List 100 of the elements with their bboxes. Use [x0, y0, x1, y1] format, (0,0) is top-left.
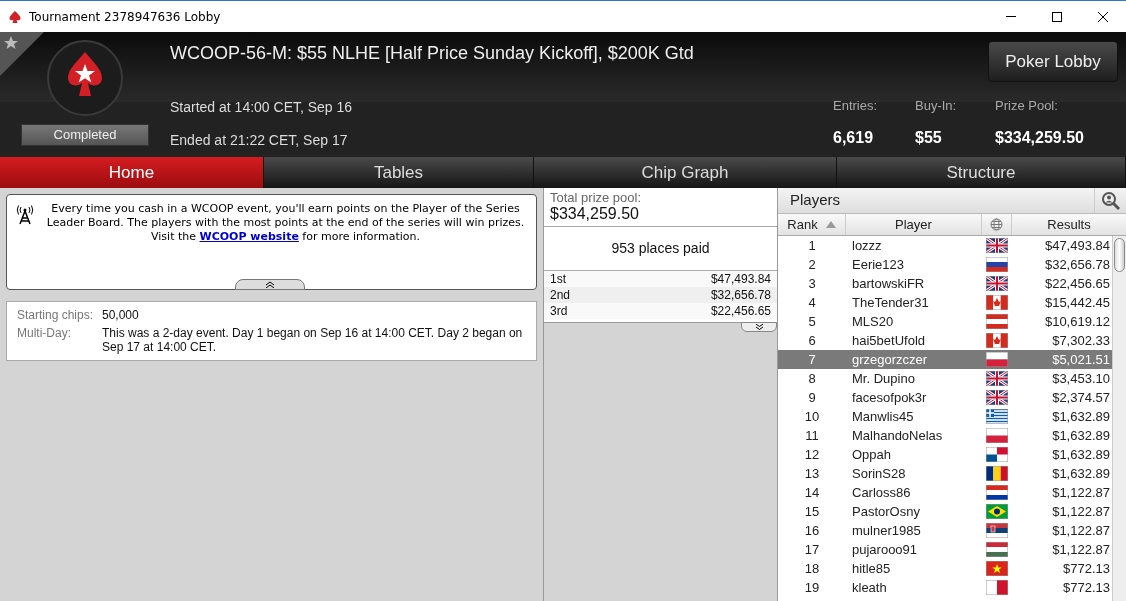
rank-cell-text: 1: [807, 236, 817, 255]
player-row[interactable]: 15 PastorOsny $1,122.87: [778, 502, 1112, 521]
player-row[interactable]: 9 facesofpok3r $2,374.57: [778, 388, 1112, 407]
result-cell-text: $772.13: [1062, 559, 1111, 578]
player-name-cell-text: kleath: [851, 578, 888, 597]
player-name-cell-text: PastorOsny: [851, 502, 921, 521]
tournament-title: WCOOP-56-M: $55 NLHE [Half Price Sunday Kickoff], $200K Gtd: [170, 42, 695, 65]
player-name-cell-text: Eerie123: [851, 255, 906, 274]
payout-amount: $22,456.65: [710, 303, 771, 320]
payout-amount: $32,656.78: [710, 287, 771, 304]
sort-up-icon: [825, 221, 836, 228]
player-name-cell-text: Carloss86: [851, 483, 912, 502]
player-row[interactable]: 5 MLS20 $10,619.12: [778, 312, 1112, 331]
rank-cell-text: 10: [803, 407, 821, 426]
results-column-header[interactable]: Results: [1012, 214, 1126, 235]
player-row[interactable]: 12 Oppah $1,632.89: [778, 445, 1112, 464]
player-row[interactable]: 10 Manwlis45 $1,632.89: [778, 407, 1112, 426]
player-name-cell-text: TheTender31: [851, 293, 930, 312]
stat-value: $334,259.50: [995, 127, 1085, 148]
prize-pool-value: $334,259.50: [550, 205, 640, 223]
tab[interactable]: Structure: [837, 157, 1126, 188]
wcoop-website-link[interactable]: WCOOP website: [199, 230, 299, 243]
player-row[interactable]: 4 TheTender31 $15,442.45: [778, 293, 1112, 312]
status-ribbon: Completed: [21, 124, 149, 146]
close-icon: [1098, 11, 1108, 22]
collapse-button[interactable]: [235, 279, 305, 290]
stat-label: Entries:: [833, 97, 879, 115]
notice-text: Every time you cash in a WCOOP event, you'll earn points on the Player of the Series Leader Board. The players with the most points at the end of the series will win prizes. Visit the WCOOP website for more information.: [45, 202, 526, 244]
result-cell-text: $1,632.89: [1051, 464, 1111, 483]
player-name-cell-text: pujarooo91: [851, 540, 919, 559]
result-cell-text: $1,632.89: [1051, 445, 1111, 464]
player-name-cell-text: hai5betUfold: [851, 331, 926, 350]
search-icon: [1100, 190, 1121, 211]
player-row[interactable]: 8 Mr. Dupino $3,453.10: [778, 369, 1112, 388]
rank-cell-text: 13: [803, 464, 821, 483]
detail-label: Starting chips:: [17, 308, 95, 322]
rank-cell-text: 12: [803, 445, 821, 464]
result-cell-text: $1,122.87: [1051, 540, 1111, 559]
player-row[interactable]: 19 kleath $772.13: [778, 578, 1112, 597]
rank-cell-text: 18: [803, 559, 821, 578]
poker-lobby-button[interactable]: Poker Lobby: [988, 41, 1118, 82]
player-name-cell-text: mulner1985: [851, 521, 922, 540]
player-row[interactable]: 17 pujarooo91 $1,122.87: [778, 540, 1112, 559]
stat-label: Prize Pool:: [995, 97, 1059, 115]
player-row[interactable]: 3 bartowskiFR $22,456.65: [778, 274, 1112, 293]
player-row[interactable]: 14 Carloss86 $1,122.87: [778, 483, 1112, 502]
result-cell-text: $3,453.10: [1051, 369, 1111, 388]
player-name-cell-text: lozzz: [851, 236, 883, 255]
rank-cell-text: 3: [807, 274, 817, 293]
result-cell-text: $5,021.51: [1051, 350, 1111, 369]
rank-cell-text: 14: [803, 483, 821, 502]
spade-logo-icon: [47, 40, 123, 116]
double-chevron-down-icon: [754, 324, 764, 330]
payout-place: 2nd: [550, 287, 571, 304]
rank-cell-text: 9: [807, 388, 817, 407]
tab[interactable]: Tables: [264, 157, 534, 188]
rank-cell-text: 4: [807, 293, 817, 312]
player-row[interactable]: 2 Eerie123 $32,656.78: [778, 255, 1112, 274]
result-cell-text: $772.13: [1062, 578, 1111, 597]
expand-button[interactable]: [741, 322, 777, 332]
tab[interactable]: Chip Graph: [534, 157, 837, 188]
scrollbar[interactable]: [1112, 236, 1126, 601]
globe-icon: [990, 218, 1003, 231]
double-chevron-up-icon: [265, 281, 275, 288]
rank-cell-text: 5: [807, 312, 817, 331]
rank-column-header[interactable]: Rank: [778, 214, 846, 235]
player-row[interactable]: 1 lozzz $47,493.84: [778, 236, 1112, 255]
prize-pool-label: Total prize pool:: [550, 191, 643, 205]
payout-amount: $47,493.84: [710, 271, 771, 288]
tab[interactable]: Home: [0, 157, 264, 188]
player-row[interactable]: 6 hai5betUfold $7,302.33: [778, 331, 1112, 350]
player-name-cell-text: SorinS28: [851, 464, 907, 483]
stat-value: 6,619: [833, 127, 875, 148]
end-time: Ended at 21:22 CET, Sep 17: [170, 131, 349, 150]
rank-cell-text: 8: [807, 369, 817, 388]
result-cell-text: $47,493.84: [1043, 236, 1111, 255]
player-row[interactable]: 7 grzegorzczer $5,021.51: [778, 350, 1112, 369]
payout-place: 3rd: [550, 303, 568, 320]
stat-value: $55: [915, 127, 943, 148]
players-title: Players: [790, 190, 841, 211]
spade-icon: [8, 9, 22, 24]
result-cell-text: $7,302.33: [1051, 331, 1111, 350]
player-name-cell-text: Manwlis45: [851, 407, 915, 426]
player-row[interactable]: 11 MalhandoNelas $1,632.89: [778, 426, 1112, 445]
rank-cell-text: 19: [803, 578, 821, 597]
rank-cell-text: 2: [807, 255, 817, 274]
player-row[interactable]: 18 hitle85 $772.13: [778, 559, 1112, 578]
result-cell-text: $1,122.87: [1051, 521, 1111, 540]
rank-cell-text: 7: [807, 350, 817, 369]
favorite-star-icon[interactable]: [0, 32, 44, 76]
player-row[interactable]: 16 mulner1985 $1,122.87: [778, 521, 1112, 540]
result-cell-text: $10,619.12: [1043, 312, 1111, 331]
player-name-cell-text: MLS20: [851, 312, 895, 331]
stat-label: Buy-In:: [915, 97, 958, 115]
broadcast-tower-icon: [15, 205, 35, 225]
player-column-header[interactable]: Player: [846, 214, 982, 235]
player-row[interactable]: 13 SorinS28 $1,632.89: [778, 464, 1112, 483]
scrollbar-thumb[interactable]: [1114, 238, 1125, 272]
player-name-cell-text: Oppah: [851, 445, 893, 464]
places-paid: 953 places paid: [611, 239, 710, 258]
